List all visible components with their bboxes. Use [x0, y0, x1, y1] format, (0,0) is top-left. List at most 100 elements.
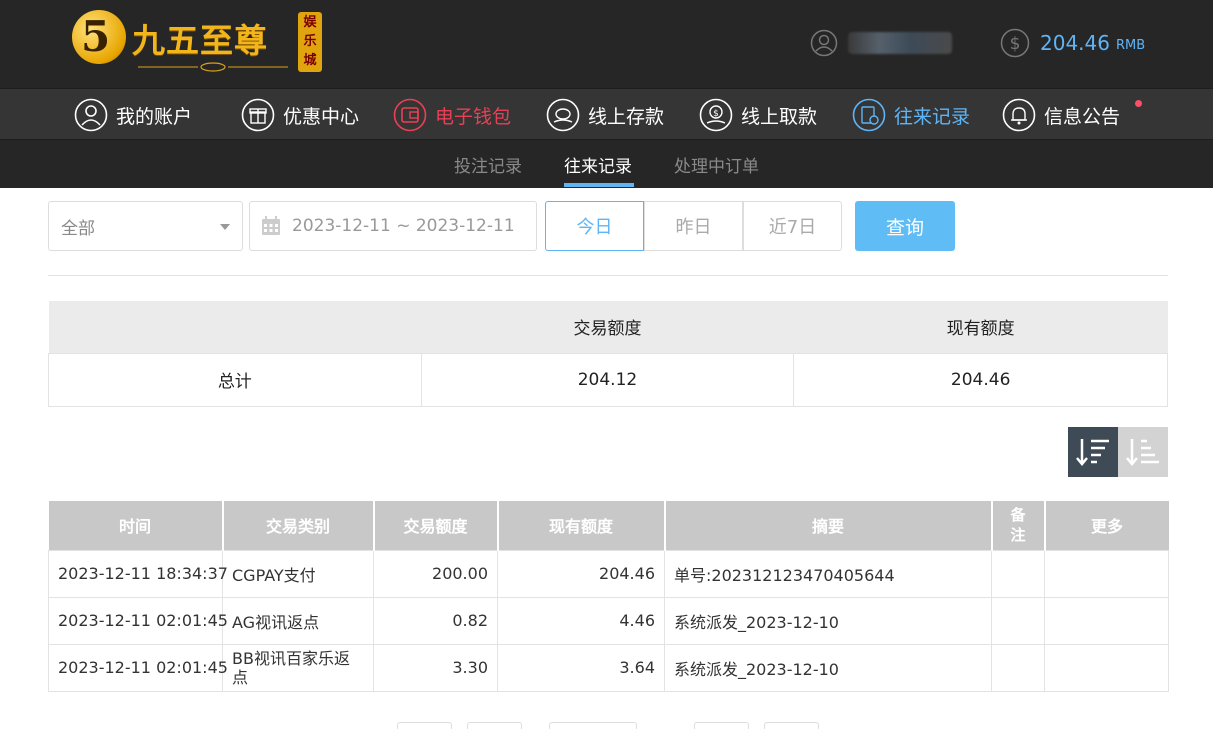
- active-tab-indicator: [564, 183, 634, 187]
- type-select-value: 全部: [61, 218, 95, 239]
- pager-first-button[interactable]: [397, 722, 452, 729]
- cell-note: [991, 596, 1045, 645]
- cell-note: [991, 643, 1045, 692]
- cell-type: AG视讯返点: [222, 596, 374, 645]
- user-circle-icon: [74, 98, 108, 132]
- quick-today-button[interactable]: 今日: [545, 201, 644, 251]
- main-nav: 我的账户 优惠中心 电子钱包 线上存款 $ 线上取款 往来记录 信息公告: [0, 88, 1213, 140]
- table-row: 2023-12-11 18:34:37 CGPAY支付 200.00 204.4…: [48, 549, 1169, 598]
- cell-more[interactable]: [1044, 549, 1169, 598]
- summary-total-amount: 204.12: [420, 352, 795, 407]
- balance-currency: RMB: [1115, 37, 1146, 53]
- cell-summary: 单号:202312123470405644: [664, 549, 992, 598]
- pager-last-button[interactable]: [764, 722, 819, 729]
- col-header-summary: 摘要: [664, 501, 993, 550]
- date-range-value: 2023-12-11 ~ 2023-12-11: [292, 216, 515, 236]
- notification-dot: [1135, 100, 1142, 107]
- summary-total-current: 204.46: [793, 352, 1168, 407]
- deposit-icon: [546, 98, 580, 132]
- sort-descending-button[interactable]: [1068, 427, 1118, 477]
- nav-label: 电子钱包: [435, 105, 512, 128]
- tab-bet-records[interactable]: 投注记录: [454, 152, 522, 177]
- cell-summary: 系统派发_2023-12-10: [664, 596, 992, 645]
- divider: [48, 275, 1168, 276]
- nav-label: 线上存款: [588, 105, 665, 128]
- nav-label: 优惠中心: [283, 105, 360, 128]
- user-icon: [810, 29, 838, 57]
- cell-more[interactable]: [1044, 596, 1169, 645]
- withdraw-icon: $: [699, 98, 733, 132]
- cell-amount: 0.82: [373, 596, 498, 645]
- type-select[interactable]: 全部: [48, 201, 243, 251]
- wallet-icon: [393, 98, 427, 132]
- col-header-type: 交易类别: [222, 501, 375, 550]
- nav-label: 线上取款: [741, 105, 818, 128]
- records-table: 时间 交易类别 交易额度 现有额度 摘要 备注 更多 2023-12-11 18…: [48, 501, 1169, 692]
- cell-summary: 系统派发_2023-12-10: [664, 643, 992, 692]
- logo-text: 九五至尊: [132, 21, 268, 60]
- cell-time: 2023-12-11 18:34:37: [48, 549, 228, 598]
- cell-balance: 204.46: [497, 549, 665, 598]
- gift-icon: [241, 98, 275, 132]
- col-header-note: 备注: [991, 501, 1046, 550]
- bell-icon: [1002, 98, 1036, 132]
- records-header-row: 时间 交易类别 交易额度 现有额度 摘要 备注 更多: [48, 501, 1169, 550]
- col-header-more: 更多: [1044, 501, 1169, 550]
- cell-amount: 3.30: [373, 643, 498, 692]
- svg-text:$: $: [1010, 34, 1021, 54]
- summary-total-row: 总计 204.12 204.46: [48, 352, 1168, 407]
- summary-header-current: 现有额度: [793, 301, 1168, 353]
- nav-online-deposit[interactable]: 线上存款: [546, 97, 664, 133]
- top-header: 5 九五至尊 娱乐城 $ 204.46 RMB: [0, 0, 1213, 88]
- sub-nav: 投注记录 往来记录 处理中订单: [0, 140, 1213, 188]
- cell-more[interactable]: [1044, 643, 1169, 692]
- summary-table: 交易额度 现有额度 总计 204.12 204.46: [48, 301, 1168, 407]
- cell-balance: 4.46: [497, 596, 665, 645]
- cell-time: 2023-12-11 02:01:45: [48, 596, 228, 645]
- username-redacted: [848, 32, 952, 54]
- pager-next-button[interactable]: [694, 722, 749, 729]
- nav-online-withdraw[interactable]: $ 线上取款: [699, 97, 817, 133]
- col-header-balance: 现有额度: [497, 501, 666, 550]
- balance-value: 204.46: [1040, 31, 1110, 55]
- sort-ascending-button[interactable]: [1118, 427, 1168, 477]
- brand-logo[interactable]: 5 九五至尊 娱乐城: [72, 10, 324, 72]
- nav-label: 我的账户: [116, 105, 193, 128]
- cell-amount: 200.00: [373, 549, 498, 598]
- nav-e-wallet[interactable]: 电子钱包: [393, 97, 511, 133]
- pager-prev-button[interactable]: [467, 722, 522, 729]
- col-header-amount: 交易额度: [373, 501, 499, 550]
- balance-display: $ 204.46 RMB: [1000, 26, 1145, 60]
- user-info[interactable]: [810, 26, 952, 60]
- cell-type: CGPAY支付: [222, 549, 374, 598]
- tab-pending-orders[interactable]: 处理中订单: [674, 152, 759, 177]
- summary-header-row: 交易额度 现有额度: [48, 301, 1168, 353]
- pager-page-input[interactable]: [549, 722, 637, 729]
- quick-yesterday-button[interactable]: 昨日: [644, 201, 743, 251]
- records-icon: [852, 98, 886, 132]
- cell-time: 2023-12-11 02:01:45: [48, 643, 228, 692]
- logo-emblem: 5: [72, 10, 126, 64]
- svg-text:$: $: [713, 109, 719, 119]
- nav-announcements[interactable]: 信息公告: [1002, 97, 1120, 133]
- cell-note: [991, 549, 1045, 598]
- cell-type: BB视讯百家乐返点: [222, 643, 374, 692]
- nav-my-account[interactable]: 我的账户: [74, 97, 192, 133]
- query-button[interactable]: 查询: [855, 201, 955, 251]
- nav-transaction-records[interactable]: 往来记录: [852, 97, 970, 133]
- table-row: 2023-12-11 02:01:45 AG视讯返点 0.82 4.46 系统派…: [48, 596, 1169, 645]
- nav-promotions[interactable]: 优惠中心: [241, 97, 359, 133]
- nav-label: 往来记录: [894, 105, 971, 128]
- nav-label: 信息公告: [1044, 105, 1121, 128]
- quick-7days-button[interactable]: 近7日: [743, 201, 842, 251]
- dollar-icon: $: [1000, 28, 1030, 58]
- calendar-icon: [262, 216, 280, 235]
- summary-total-label: 总计: [48, 352, 422, 407]
- caret-down-icon: [220, 224, 230, 230]
- date-range-input[interactable]: 2023-12-11 ~ 2023-12-11: [249, 201, 537, 251]
- cell-balance: 3.64: [497, 643, 665, 692]
- logo-tag: 娱乐城: [298, 12, 322, 72]
- sort-ascending-icon: [1126, 439, 1159, 466]
- tab-transaction-records[interactable]: 往来记录: [564, 152, 632, 177]
- logo-ornament: [138, 62, 288, 72]
